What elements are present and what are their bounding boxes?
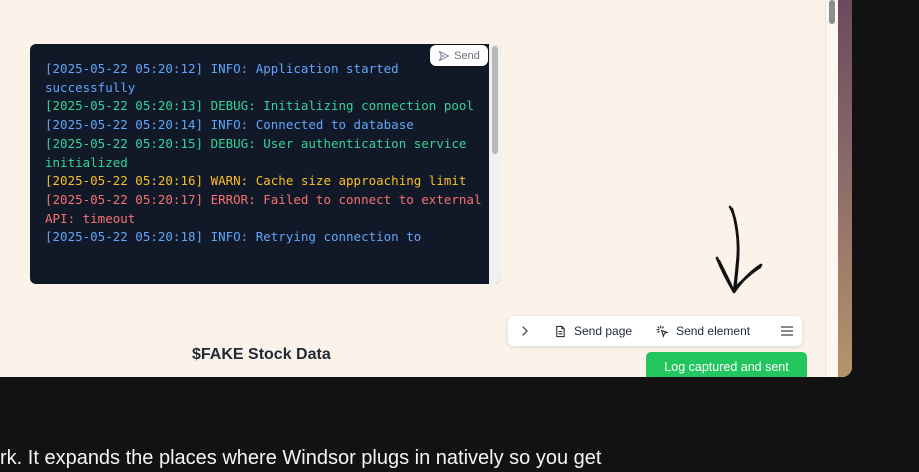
send-log-label: Send xyxy=(454,49,480,62)
menu-button[interactable] xyxy=(772,326,802,336)
log-lines: [2025-05-22 05:20:12] INFO: Application … xyxy=(45,60,485,247)
cursor-click-icon xyxy=(656,324,669,338)
log-panel: [2025-05-22 05:20:12] INFO: Application … xyxy=(30,44,501,284)
log-line: [2025-05-22 05:20:12] INFO: Application … xyxy=(45,61,407,95)
log-line: [2025-05-22 05:20:14] INFO: Connected to… xyxy=(45,117,414,133)
log-scrollbar-thumb[interactable] xyxy=(492,46,498,154)
log-line: [2025-05-22 05:20:18] INFO: Retrying con… xyxy=(45,229,422,245)
send-element-label: Send element xyxy=(676,324,751,338)
collapse-toolbar-button[interactable] xyxy=(508,325,542,337)
log-line: [2025-05-22 05:20:17] ERROR: Failed to c… xyxy=(45,191,490,226)
window-frame-edge xyxy=(838,0,852,377)
document-icon xyxy=(556,325,565,337)
hamburger-menu-icon xyxy=(781,326,793,336)
log-line: [2025-05-22 05:20:16] WARN: Cache size a… xyxy=(45,173,467,189)
page-scrollbar[interactable] xyxy=(825,0,839,377)
send-page-label: Send page xyxy=(574,324,633,338)
send-icon xyxy=(439,50,450,61)
page-scrollbar-thumb[interactable] xyxy=(829,0,835,24)
send-page-button[interactable]: Send page xyxy=(542,316,644,346)
send-log-button[interactable]: Send xyxy=(430,45,488,66)
log-scrollbar[interactable] xyxy=(489,44,501,284)
stock-data-heading: $FAKE Stock Data xyxy=(192,346,331,363)
chevron-right-icon xyxy=(522,326,528,336)
hand-drawn-arrow-icon xyxy=(715,205,763,294)
log-line: [2025-05-22 05:20:13] DEBUG: Initializin… xyxy=(45,98,474,114)
windsor-toolbar: Send page Send element xyxy=(508,316,802,346)
video-caption: rk. It expands the places where Windsor … xyxy=(0,447,602,469)
send-element-button[interactable]: Send element xyxy=(644,316,762,346)
browser-window: [2025-05-22 05:20:12] INFO: Application … xyxy=(0,0,852,377)
log-line: [2025-05-22 05:20:15] DEBUG: User authen… xyxy=(45,135,474,170)
status-toast: Log captured and sent xyxy=(646,352,807,377)
